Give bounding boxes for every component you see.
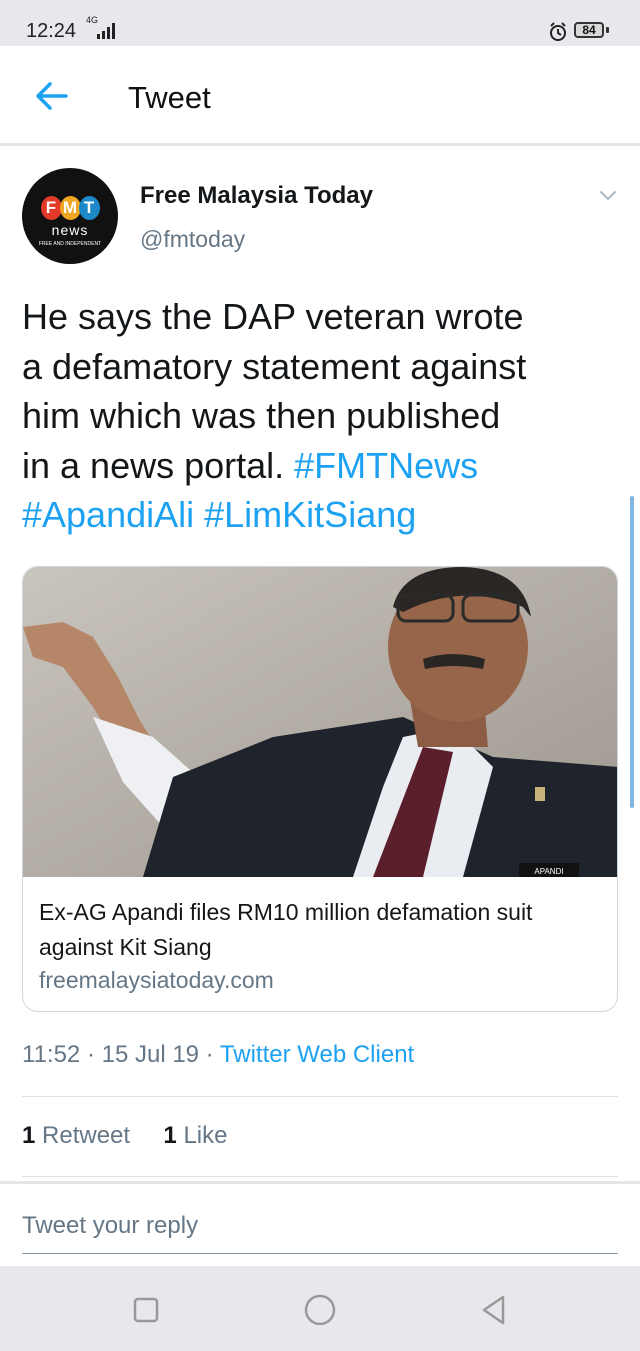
avatar[interactable]: FMT news FREE AND INDEPENDENT — [22, 168, 118, 264]
system-nav-bar — [0, 1266, 640, 1351]
home-icon[interactable] — [302, 1292, 338, 1328]
meta-separator: · — [199, 1041, 220, 1068]
section-divider — [0, 1181, 640, 1184]
avatar-letter: T — [78, 196, 100, 220]
tweet-text-line: in a news portal. — [22, 444, 295, 486]
tweet-text-line: a defamatory statement against — [22, 345, 527, 387]
tweet-text: He says the DAP veteran wrote a defamato… — [22, 292, 602, 540]
battery-tip — [606, 27, 609, 33]
recent-apps-icon[interactable] — [128, 1292, 164, 1328]
tweet-time: 11:52 — [22, 1041, 81, 1068]
tweet-text-line: He says the DAP veteran wrote — [22, 296, 524, 337]
avatar-tagline: FREE AND INDEPENDENT — [38, 241, 102, 247]
author-handle[interactable]: @fmtoday — [140, 226, 245, 253]
retweet-label: Retweet — [42, 1122, 131, 1149]
divider — [22, 1176, 618, 1177]
tweet-meta: 11:52 · 15 Jul 19 · Twitter Web Client — [22, 1041, 414, 1069]
likes-stat[interactable]: 1 Like — [163, 1122, 227, 1149]
back-icon[interactable] — [476, 1292, 512, 1328]
card-title: Ex-AG Apandi files RM10 million defamati… — [39, 899, 533, 960]
status-time: 12:24 — [26, 20, 77, 42]
like-count: 1 — [163, 1122, 177, 1149]
link-card[interactable]: APANDI Ex-AG Apandi files RM10 million d… — [22, 566, 618, 1012]
retweets-stat[interactable]: 1 Retweet — [22, 1122, 130, 1149]
avatar-label: news — [51, 222, 89, 238]
hashtag-link[interactable]: #FMTNews — [294, 445, 478, 486]
app-bar: Tweet — [0, 46, 640, 146]
photo-badge-text: APANDI — [534, 867, 563, 876]
signal-icon — [97, 23, 115, 39]
divider — [22, 1096, 618, 1097]
tweet-client-link[interactable]: Twitter Web Client — [220, 1041, 414, 1068]
card-domain: freemalaysiatoday.com — [39, 967, 274, 993]
battery-indicator: 84 — [574, 22, 604, 38]
alarm-icon — [550, 22, 566, 41]
retweet-count: 1 — [22, 1122, 36, 1149]
avatar-letter: M — [59, 196, 81, 220]
hashtag-link[interactable]: #LimKitSiang — [204, 494, 416, 535]
article-photo: APANDI — [23, 567, 617, 877]
scrollbar[interactable] — [630, 496, 634, 808]
tweet-stats: 1 Retweet 1 Like — [22, 1122, 227, 1150]
back-arrow-icon[interactable] — [28, 76, 74, 116]
avatar-logo: FMT — [22, 196, 118, 220]
like-label: Like — [183, 1122, 228, 1149]
reply-input[interactable] — [22, 1198, 618, 1254]
avatar-letter: F — [40, 196, 62, 220]
page-title: Tweet — [128, 80, 211, 115]
meta-separator: · — [80, 1041, 102, 1068]
tweet-date: 15 Jul 19 — [101, 1041, 200, 1068]
author-name[interactable]: Free Malaysia Today — [140, 182, 373, 210]
chevron-down-icon[interactable] — [596, 186, 620, 206]
hashtag-link[interactable]: #ApandiAli — [22, 494, 194, 535]
tweet-text-line: him which was then published — [22, 395, 501, 436]
status-bar: 12:24 4G 84 — [0, 0, 640, 46]
